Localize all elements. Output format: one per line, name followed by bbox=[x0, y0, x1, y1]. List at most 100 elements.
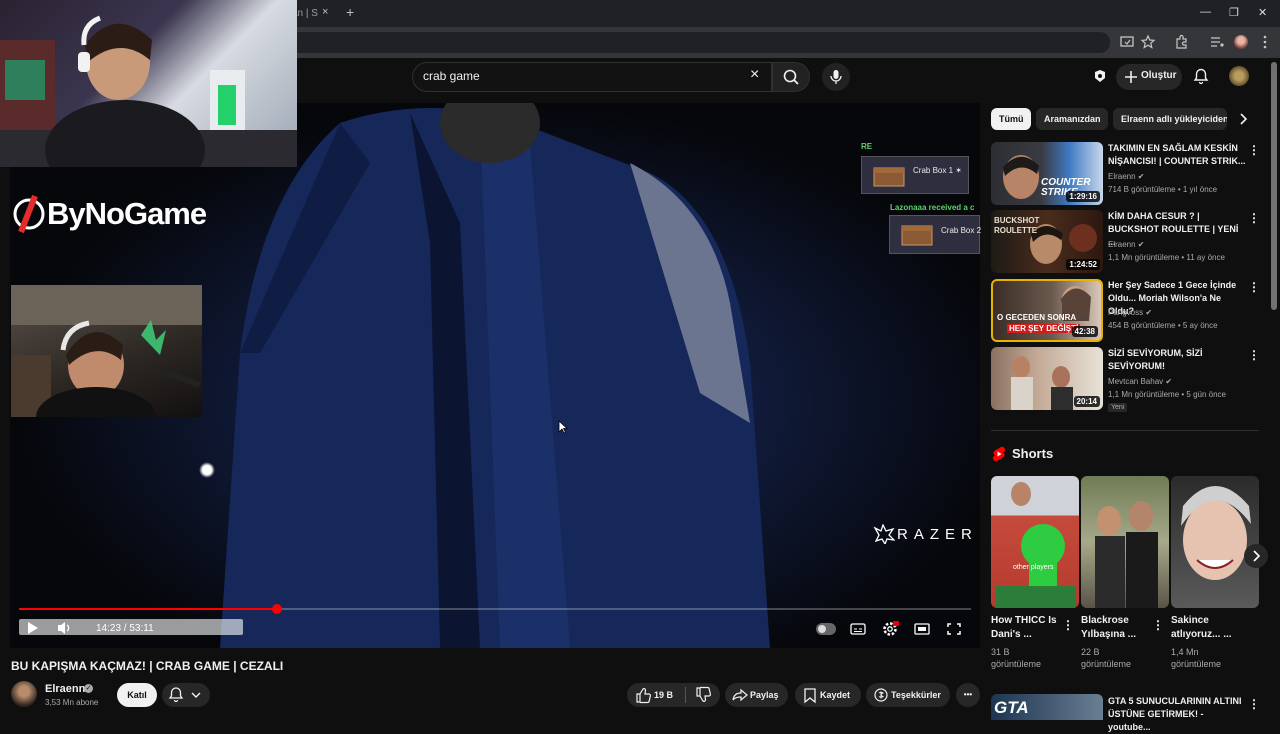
short-thumbnail[interactable] bbox=[1171, 476, 1259, 608]
new-badge: Yeni bbox=[1108, 403, 1128, 412]
share-label: Paylaş bbox=[750, 690, 779, 700]
thanks-label: Teşekkürler bbox=[891, 690, 941, 700]
crate-icon bbox=[873, 167, 905, 187]
settings-button[interactable] bbox=[881, 620, 899, 638]
shorts-next-button[interactable] bbox=[1244, 544, 1268, 568]
share-button[interactable]: Paylaş bbox=[725, 683, 788, 707]
rec-thumbnail[interactable]: GTA bbox=[991, 694, 1103, 720]
chevron-down-icon bbox=[191, 692, 201, 698]
more-actions-button[interactable]: ••• bbox=[956, 683, 980, 707]
extensions-icon[interactable] bbox=[1172, 33, 1190, 51]
address-bar[interactable] bbox=[290, 32, 1110, 53]
short-more-icon[interactable]: ⋮ bbox=[1062, 618, 1074, 632]
save-label: Kaydet bbox=[820, 690, 851, 700]
subscription-bell-button[interactable] bbox=[162, 683, 210, 707]
progress-scrubber-handle[interactable] bbox=[272, 604, 282, 614]
short-title[interactable]: Blackrose Yılbaşına ... bbox=[1081, 614, 1149, 642]
rec-more-icon[interactable]: ⋮ bbox=[1248, 143, 1260, 157]
rec-title[interactable]: GTA 5 SUNUCULARININ ALTINI ÜSTÜNE GETİRM… bbox=[1108, 695, 1248, 734]
rec-more-icon[interactable]: ⋮ bbox=[1248, 211, 1260, 225]
donation-notice: Lazonaaa received a c bbox=[890, 203, 975, 212]
account-avatar[interactable] bbox=[1229, 66, 1249, 86]
video-duration: 1:29:16 bbox=[1066, 191, 1100, 202]
rec-title[interactable]: TAKIMIN EN SAĞLAM KESKİN NİŞANCISI! | CO… bbox=[1108, 142, 1246, 168]
rec-channel[interactable]: Pangvoss ✔ bbox=[1108, 308, 1152, 317]
close-window-button[interactable]: ✕ bbox=[1258, 6, 1267, 19]
rec-meta: 714 B görüntüleme • 1 yıl önce bbox=[1108, 185, 1218, 194]
bynogame-wordmark: ByNoGame bbox=[47, 196, 207, 231]
rec-channel[interactable]: Elraenn ✔ bbox=[1108, 240, 1145, 249]
video-duration: 1:24:52 bbox=[1066, 259, 1100, 270]
search-query-text[interactable]: crab game bbox=[423, 69, 480, 83]
page-scrollbar[interactable] bbox=[1271, 62, 1277, 310]
secondary-webcam bbox=[11, 285, 202, 417]
dislike-button[interactable] bbox=[689, 683, 719, 707]
chevron-right-icon bbox=[1240, 113, 1248, 125]
thanks-button[interactable]: Teşekkürler bbox=[866, 683, 950, 707]
subscriber-count: 3,53 Mn abone bbox=[45, 698, 99, 707]
chip-from-search[interactable]: Aramanızdan bbox=[1036, 108, 1108, 130]
play-button[interactable] bbox=[24, 620, 40, 636]
rec-thumbnail[interactable]: 20:14 bbox=[991, 347, 1103, 410]
short-title[interactable]: How THICC Is Dani's ... bbox=[991, 614, 1059, 642]
chip-from-uploader[interactable]: Elraenn adlı yükleyiciden bbox=[1113, 108, 1227, 130]
fullscreen-button[interactable] bbox=[945, 621, 963, 637]
search-button[interactable] bbox=[772, 62, 810, 92]
browser-menu-icon[interactable] bbox=[1256, 33, 1274, 51]
like-button[interactable]: 19 B bbox=[627, 683, 685, 707]
rec-more-icon[interactable]: ⋮ bbox=[1248, 348, 1260, 362]
chip-all[interactable]: Tümü bbox=[991, 108, 1031, 130]
autoplay-toggle[interactable] bbox=[816, 623, 836, 635]
shorts-logo-icon bbox=[992, 446, 1006, 462]
voice-search-button[interactable] bbox=[822, 63, 850, 91]
media-control-icon[interactable] bbox=[1208, 33, 1226, 51]
mute-button[interactable] bbox=[56, 620, 74, 636]
channel-avatar[interactable] bbox=[11, 681, 37, 707]
theater-mode-button[interactable] bbox=[913, 621, 931, 637]
new-tab-button[interactable]: + bbox=[346, 4, 360, 20]
plus-icon bbox=[1125, 71, 1137, 83]
extension-puzzle-icon[interactable] bbox=[1092, 68, 1108, 84]
bookmark-icon bbox=[804, 688, 816, 704]
thumbs-up-icon bbox=[636, 688, 652, 704]
short-more-icon[interactable]: ⋮ bbox=[1152, 618, 1164, 632]
crate-icon bbox=[901, 225, 933, 246]
rec-thumbnail[interactable]: O GECEDEN SONRA HER ŞEY DEĞİŞTİ 42:38 bbox=[991, 279, 1103, 342]
channel-name[interactable]: Elraenn bbox=[45, 683, 85, 695]
subtitles-button[interactable] bbox=[849, 621, 867, 637]
browser-profile-avatar[interactable] bbox=[1234, 35, 1248, 49]
minimize-button[interactable]: — bbox=[1200, 6, 1211, 18]
bookmark-star-icon[interactable] bbox=[1139, 33, 1157, 51]
mouse-cursor-icon bbox=[558, 420, 568, 434]
super-thanks-icon bbox=[874, 688, 888, 702]
chips-next-button[interactable] bbox=[1235, 111, 1251, 127]
short-thumbnail[interactable]: other players bbox=[991, 476, 1079, 608]
thumb-gta-text: GTA bbox=[994, 698, 1029, 717]
rec-meta: 1,1 Mn görüntüleme • 11 ay önce bbox=[1108, 253, 1225, 262]
clear-search-icon[interactable]: × bbox=[750, 66, 759, 84]
rec-more-icon[interactable]: ⋮ bbox=[1248, 697, 1260, 711]
razer-wordmark: RAZER bbox=[897, 526, 978, 543]
progress-bar-played bbox=[19, 608, 277, 610]
rec-channel[interactable]: Mevtcan Bahav ✔ bbox=[1108, 377, 1172, 386]
short-views: 1,4 Mn görüntüleme bbox=[1171, 647, 1222, 669]
video-duration: 42:38 bbox=[1071, 326, 1098, 337]
rec-thumbnail[interactable]: COUNTER STRIKE 1:29:16 bbox=[991, 142, 1103, 205]
like-dislike-group: 19 B bbox=[627, 683, 720, 707]
streamer-webcam bbox=[0, 0, 297, 167]
notifications-bell-icon[interactable] bbox=[1192, 67, 1210, 85]
join-button[interactable]: Katıl bbox=[117, 683, 157, 707]
save-button[interactable]: Kaydet bbox=[795, 683, 861, 707]
rec-thumbnail[interactable]: BUCKSHOT ROULETTE 1:24:52 bbox=[991, 210, 1103, 273]
short-views: 31 B görüntüleme bbox=[991, 647, 1042, 669]
short-thumbnail[interactable] bbox=[1081, 476, 1169, 608]
install-app-icon[interactable] bbox=[1118, 33, 1136, 51]
rec-more-icon[interactable]: ⋮ bbox=[1248, 280, 1260, 294]
video-title: BU KAPIŞMA KAÇMAZ! | CRAB GAME | CEZALI bbox=[11, 659, 284, 673]
maximize-button[interactable]: ❐ bbox=[1229, 6, 1239, 19]
short-title[interactable]: Sakince atlıyoruz... ... bbox=[1171, 614, 1239, 642]
donation-notice-partial: RE bbox=[861, 142, 873, 151]
tab-close-icon[interactable]: × bbox=[322, 6, 328, 18]
rec-channel[interactable]: Elraenn ✔ bbox=[1108, 172, 1145, 181]
rec-title[interactable]: SİZİ SEVİYORUM, SİZİ SEVİYORUM! bbox=[1108, 347, 1246, 373]
